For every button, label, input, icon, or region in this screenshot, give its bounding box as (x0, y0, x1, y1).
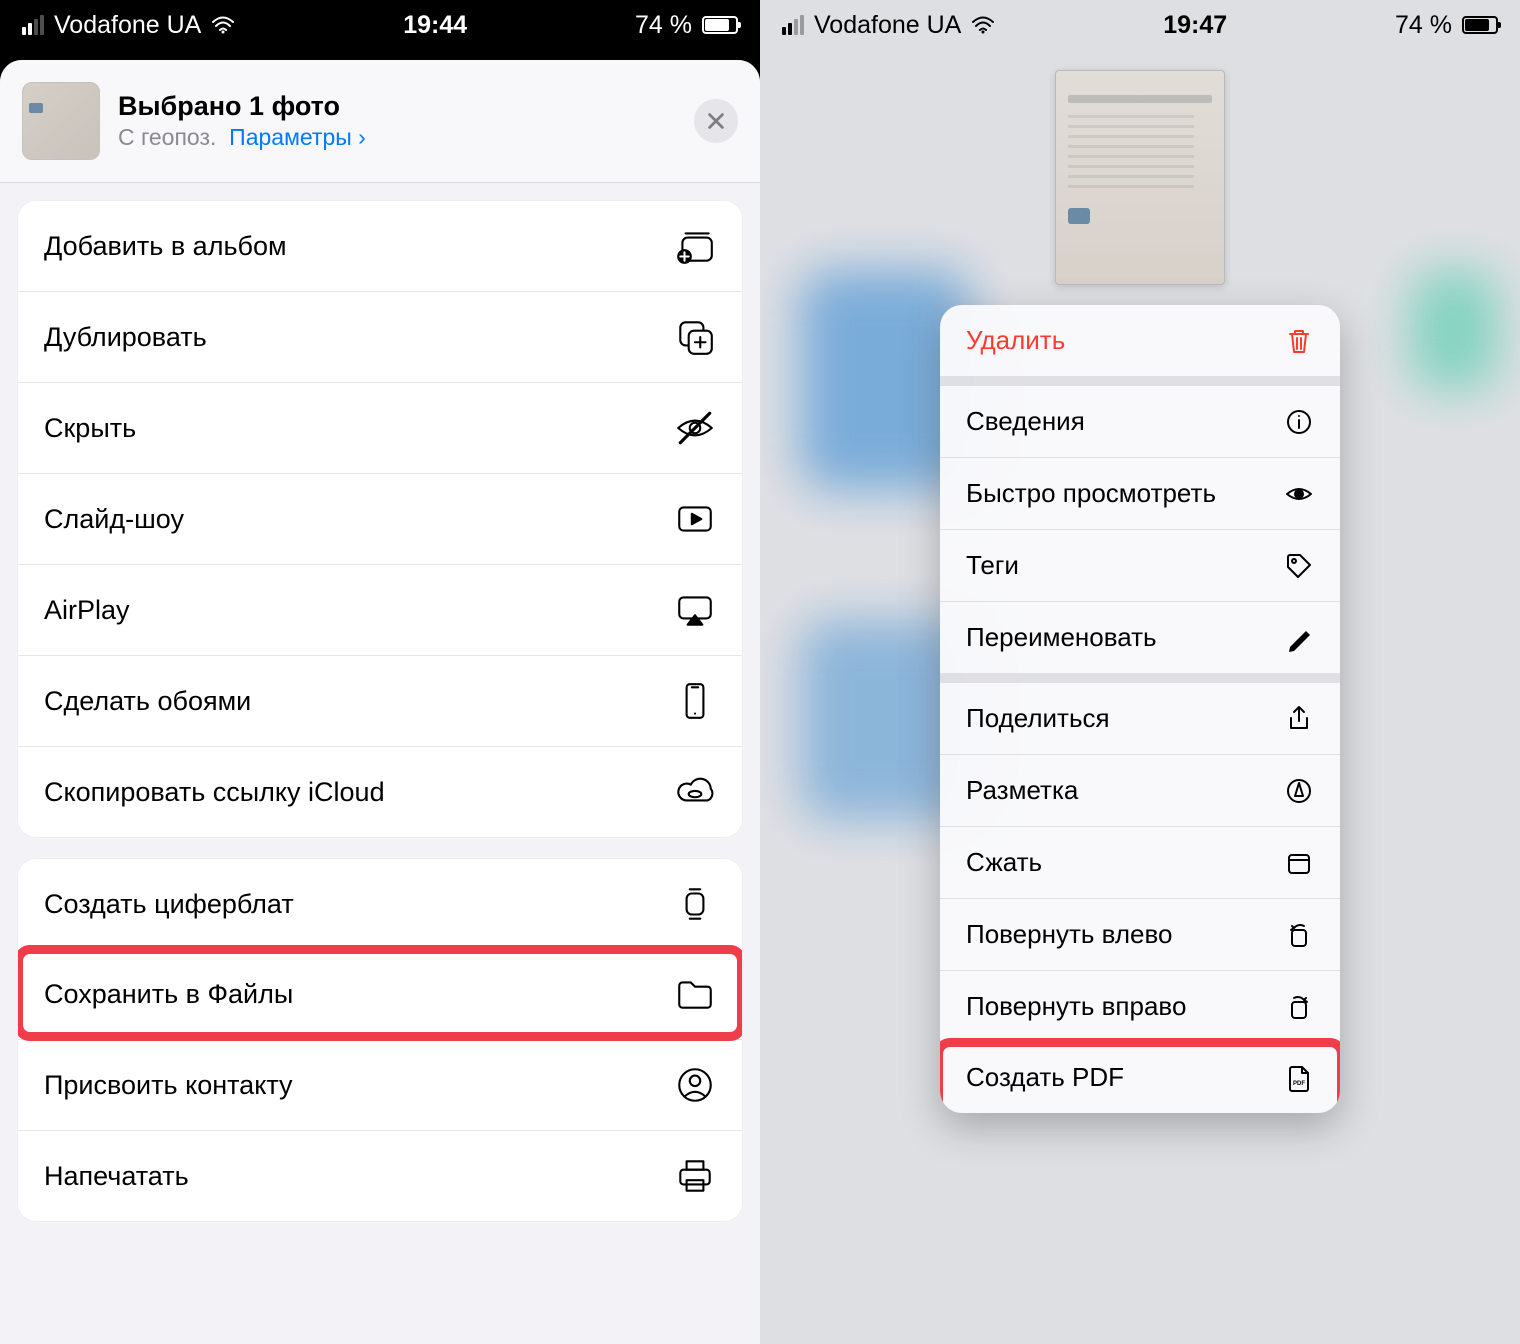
trash-icon (1284, 326, 1314, 356)
action-assign-contact[interactable]: Присвоить контакту (18, 1039, 742, 1130)
cellular-signal-icon (782, 15, 804, 35)
action-group-1: Добавить в альбом Дублировать Скрыть Сла… (18, 201, 742, 837)
action-group-2: Создать циферблат Сохранить в Файлы Прис… (18, 859, 742, 1221)
menu-quicklook[interactable]: Быстро просмотреть (940, 457, 1340, 529)
menu-info[interactable]: Сведения (940, 386, 1340, 457)
action-copy-icloud-link[interactable]: Скопировать ссылку iCloud (18, 746, 742, 837)
action-airplay[interactable]: AirPlay (18, 564, 742, 655)
wifi-icon (971, 16, 995, 34)
menu-delete[interactable]: Удалить (940, 305, 1340, 376)
menu-rename[interactable]: Переименовать (940, 601, 1340, 673)
play-rect-icon (674, 498, 716, 540)
phone-icon (674, 680, 716, 722)
action-print[interactable]: Напечатать (18, 1130, 742, 1221)
context-menu: Удалить Сведения Быстро просмотреть Теги (940, 305, 1340, 1113)
actions-scroll[interactable]: Добавить в альбом Дублировать Скрыть Сла… (0, 183, 760, 1283)
document-preview[interactable] (1055, 70, 1225, 285)
carrier-label: Vodafone UA (54, 11, 201, 40)
pdf-icon: PDF (1284, 1063, 1314, 1093)
eye-off-icon (674, 407, 716, 449)
menu-create-pdf[interactable]: Создать PDF PDF (940, 1042, 1340, 1113)
rotate-left-icon (1284, 920, 1314, 950)
cellular-signal-icon (22, 15, 44, 35)
svg-text:PDF: PDF (1293, 1081, 1305, 1087)
share-header: Выбрано 1 фото С геопоз. Параметры › (0, 60, 760, 183)
share-sheet: Выбрано 1 фото С геопоз. Параметры › Доб… (0, 60, 760, 1344)
battery-icon (1462, 16, 1498, 34)
menu-tags[interactable]: Теги (940, 529, 1340, 601)
action-hide[interactable]: Скрыть (18, 382, 742, 473)
eye-icon (1284, 479, 1314, 509)
battery-icon (702, 16, 738, 34)
markup-icon (1284, 776, 1314, 806)
share-subtitle: С геопоз. Параметры › (118, 124, 676, 151)
screenshot-left: Vodafone UA 19:44 74 % Выбрано 1 фото С … (0, 0, 760, 1344)
screenshot-right: Vodafone UA 19:47 74 % Удалить Сведения (760, 0, 1520, 1344)
menu-share[interactable]: Поделиться (940, 683, 1340, 754)
action-watch-face[interactable]: Создать циферблат (18, 859, 742, 949)
status-time: 19:47 (1163, 11, 1227, 40)
wifi-icon (211, 16, 235, 34)
action-slideshow[interactable]: Слайд-шоу (18, 473, 742, 564)
share-icon (1284, 704, 1314, 734)
close-button[interactable] (694, 99, 738, 143)
status-bar: Vodafone UA 19:44 74 % (0, 0, 760, 50)
menu-compress[interactable]: Сжать (940, 826, 1340, 898)
action-save-to-files[interactable]: Сохранить в Файлы (18, 949, 742, 1039)
menu-rotate-right[interactable]: Повернуть вправо (940, 970, 1340, 1042)
battery-percent: 74 % (635, 11, 692, 40)
tag-icon (1284, 551, 1314, 581)
status-bar: Vodafone UA 19:47 74 % (760, 0, 1520, 50)
menu-markup[interactable]: Разметка (940, 754, 1340, 826)
watch-icon (674, 883, 716, 925)
cloud-link-icon (674, 771, 716, 813)
printer-icon (674, 1155, 716, 1197)
options-link[interactable]: Параметры › (229, 124, 366, 150)
context-group-1: Удалить (940, 305, 1340, 376)
album-add-icon (674, 225, 716, 267)
pencil-icon (1284, 623, 1314, 653)
rotate-right-icon (1284, 992, 1314, 1022)
photo-thumbnail[interactable] (22, 82, 100, 160)
action-add-to-album[interactable]: Добавить в альбом (18, 201, 742, 291)
share-title: Выбрано 1 фото (118, 91, 676, 122)
folder-icon (674, 973, 716, 1015)
close-icon (705, 110, 727, 132)
info-icon (1284, 407, 1314, 437)
contact-icon (674, 1064, 716, 1106)
context-group-3: Поделиться Разметка Сжать Повернуть влев… (940, 673, 1340, 1113)
carrier-label: Vodafone UA (814, 11, 961, 40)
archive-icon (1284, 848, 1314, 878)
menu-rotate-left[interactable]: Повернуть влево (940, 898, 1340, 970)
duplicate-icon (674, 316, 716, 358)
status-time: 19:44 (403, 11, 467, 40)
context-group-2: Сведения Быстро просмотреть Теги Переиме… (940, 376, 1340, 673)
airplay-icon (674, 589, 716, 631)
action-wallpaper[interactable]: Сделать обоями (18, 655, 742, 746)
battery-percent: 74 % (1395, 11, 1452, 40)
action-duplicate[interactable]: Дублировать (18, 291, 742, 382)
